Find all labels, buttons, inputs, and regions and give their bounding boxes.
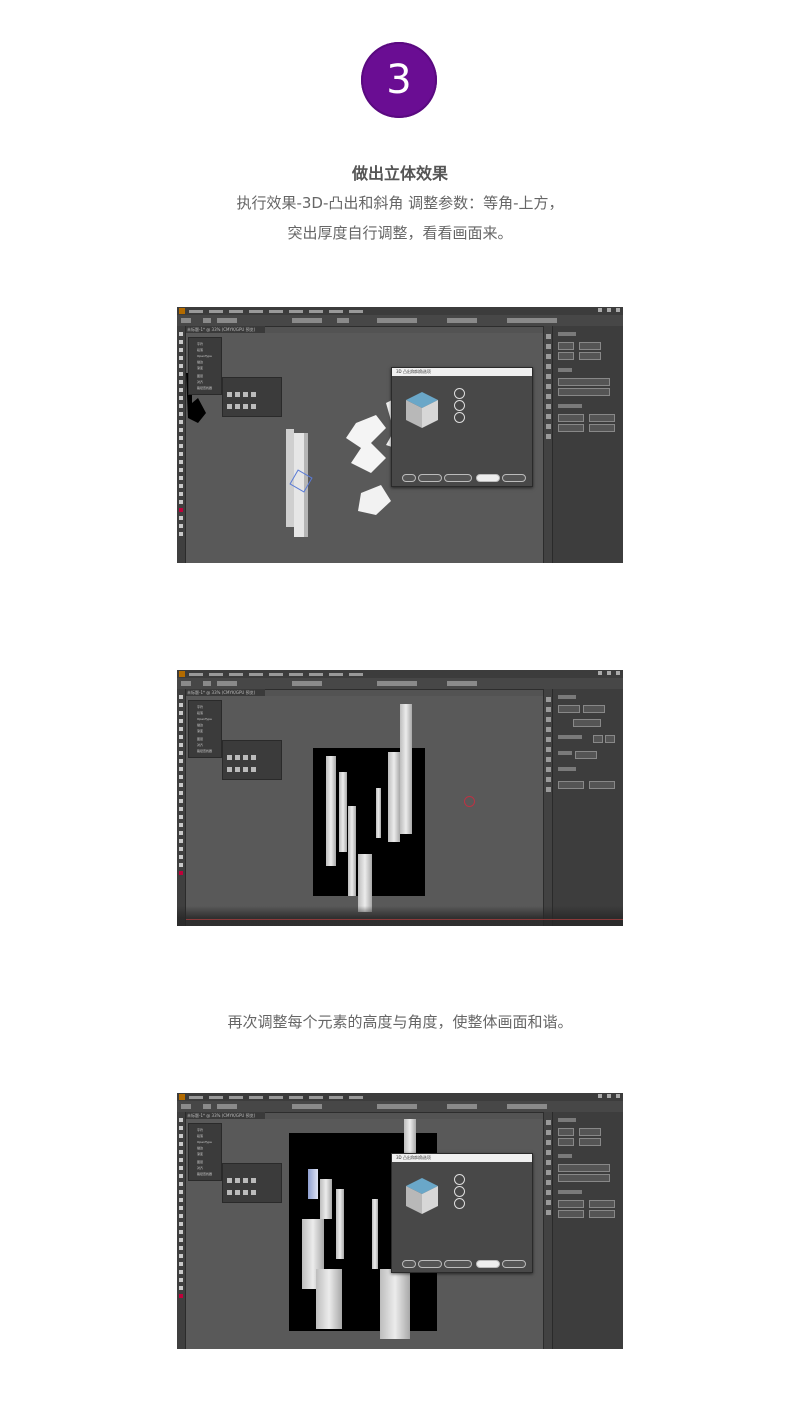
rotation-y-dial[interactable]: [454, 1186, 465, 1197]
3d-cube-preview-icon[interactable]: [404, 1176, 440, 1216]
pathfinder-panel: [222, 377, 282, 417]
ok-button[interactable]: [476, 474, 500, 482]
rotation-z-dial[interactable]: [454, 412, 465, 423]
dialog-title: 3D 凸出和斜角选项: [396, 1155, 431, 1160]
tool-flyout-menu: 字符 段落 OpenType 描边 渐变 图层 对齐 路径查找器: [188, 1123, 222, 1181]
pathfinder-panel: [222, 740, 282, 780]
preview-checkbox[interactable]: [402, 1260, 416, 1268]
map-art-button[interactable]: [418, 1260, 442, 1268]
step-number-badge: 3: [361, 42, 437, 118]
map-art-button[interactable]: [418, 474, 442, 482]
tools-panel: [177, 326, 186, 563]
caption-adjust: 再次调整每个元素的高度与角度，使整体画面和谐。: [227, 1013, 573, 1031]
screenshot-3d-adjust: 未标题-1* @ 33% (CMYK/GPU 预览) 字符 段落 OpenTyp…: [177, 1093, 623, 1349]
document-tab[interactable]: 未标题-1* @ 33% (CMYK/GPU 预览): [185, 689, 265, 696]
tools-panel: [177, 1112, 186, 1349]
rotation-x-dial[interactable]: [454, 388, 465, 399]
tool-flyout-menu: 字符 段落 OpenType 描边 渐变 图层 对齐 路径查找器: [188, 700, 222, 758]
properties-panel: [552, 326, 623, 563]
app-menubar: [177, 307, 623, 315]
properties-panel: [552, 689, 623, 926]
section-heading: 做出立体效果: [351, 164, 448, 183]
screenshot-3d-result: 未标题-1* @ 33% (CMYK/GPU 预览) 字符 段落 OpenTyp…: [177, 670, 623, 926]
tool-flyout-menu: 字符 段落 OpenType 描边 渐变 图层 对齐 路径查找器: [188, 337, 222, 395]
rotation-x-dial[interactable]: [454, 1174, 465, 1185]
app-logo-icon: [179, 308, 185, 314]
3d-extrude-bevel-dialog[interactable]: 3D 凸出和斜角选项: [391, 367, 533, 487]
more-options-button[interactable]: [444, 474, 472, 482]
app-logo-icon: [179, 1094, 185, 1100]
artboard-canvas[interactable]: [186, 696, 543, 926]
app-menubar: [177, 670, 623, 678]
properties-panel: [552, 1112, 623, 1349]
preview-checkbox[interactable]: [402, 474, 416, 482]
description-line-2: 突出厚度自行调整，看看画面来。: [287, 224, 513, 242]
app-logo-icon: [179, 671, 185, 677]
rotation-z-dial[interactable]: [454, 1198, 465, 1209]
document-tab[interactable]: 未标题-1* @ 33% (CMYK/GPU 预览): [185, 326, 265, 333]
more-options-button[interactable]: [444, 1260, 472, 1268]
cancel-button[interactable]: [502, 474, 526, 482]
tools-panel: [177, 689, 186, 926]
cancel-button[interactable]: [502, 1260, 526, 1268]
rotation-y-dial[interactable]: [454, 400, 465, 411]
app-menubar: [177, 1093, 623, 1101]
3d-extrude-bevel-dialog[interactable]: 3D 凸出和斜角选项: [391, 1153, 533, 1273]
dialog-title: 3D 凸出和斜角选项: [396, 369, 431, 374]
step-number: 3: [386, 57, 412, 103]
document-tab[interactable]: 未标题-1* @ 33% (CMYK/GPU 预览): [185, 1112, 265, 1119]
screenshot-3d-dialog: 未标题-1* @ 33% (CMYK/GPU 预览) 字符 段落 OpenTyp…: [177, 307, 623, 563]
pathfinder-panel: [222, 1163, 282, 1203]
ok-button[interactable]: [476, 1260, 500, 1268]
description-line-1: 执行效果-3D-凸出和斜角 调整参数：等角-上方，: [236, 194, 564, 212]
video-playbar[interactable]: [177, 906, 623, 926]
3d-cube-preview-icon[interactable]: [404, 390, 440, 430]
